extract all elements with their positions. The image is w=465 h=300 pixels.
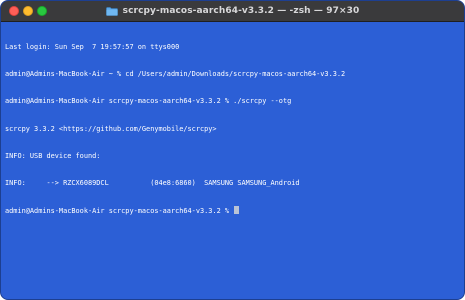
terminal-line-usb-found: INFO: USB device found: bbox=[5, 151, 101, 160]
terminal-line-scrcpy-version: scrcpy 3.3.2 <https://github.com/Genymob… bbox=[5, 124, 217, 133]
terminal-output[interactable]: Last login: Sun Sep 7 19:57:57 on ttys00… bbox=[5, 25, 460, 233]
terminal-prompt-line[interactable]: admin@Admins-MacBook-Air scrcpy-macos-aa… bbox=[5, 205, 460, 215]
terminal-line-cd-command: admin@Admins-MacBook-Air ~ % cd /Users/a… bbox=[5, 70, 346, 79]
terminal-line-scrcpy-command: admin@Admins-MacBook-Air scrcpy-macos-aa… bbox=[5, 97, 292, 106]
window-title: scrcpy-macos-aarch64-v3.3.2 — -zsh — 97×… bbox=[122, 6, 360, 16]
folder-icon bbox=[105, 6, 118, 16]
terminal-prompt: admin@Admins-MacBook-Air scrcpy-macos-aa… bbox=[5, 206, 234, 215]
window-title-group: scrcpy-macos-aarch64-v3.3.2 — -zsh — 97×… bbox=[1, 1, 464, 21]
text-cursor bbox=[234, 205, 239, 214]
terminal-window: scrcpy-macos-aarch64-v3.3.2 — -zsh — 97×… bbox=[0, 0, 465, 300]
title-bar[interactable]: scrcpy-macos-aarch64-v3.3.2 — -zsh — 97×… bbox=[1, 1, 464, 22]
terminal-line-last-login: Last login: Sun Sep 7 19:57:57 on ttys00… bbox=[5, 43, 180, 52]
terminal-line-device: INFO: --> RZCX6089DCL (04e8:6860) SAMSUN… bbox=[5, 178, 300, 187]
